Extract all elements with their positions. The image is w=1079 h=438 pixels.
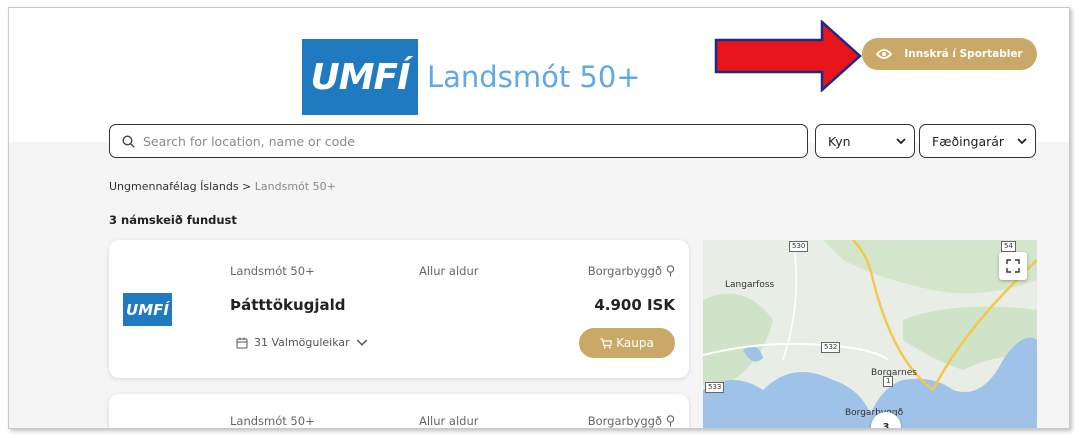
breadcrumb-root[interactable]: Ungmennafélag Íslands xyxy=(109,180,239,193)
sessions-label: 31 Valmöguleikar xyxy=(254,336,350,349)
fullscreen-button[interactable] xyxy=(999,252,1027,280)
road-tag: 530 xyxy=(789,241,809,252)
course-card[interactable]: Landsmót 50+ Allur aldur Borgarbyggð xyxy=(109,394,689,428)
birth-year-select-value: Fæðingarár xyxy=(932,133,1005,149)
road-tag: 54 xyxy=(1001,241,1016,252)
gender-select[interactable]: Kyn xyxy=(815,124,915,158)
course-price: 4.900 ISK xyxy=(594,296,675,314)
login-button[interactable]: Innskrá í Sportabler xyxy=(862,38,1037,70)
map-label-borgarnes: Borgarnes xyxy=(871,368,917,378)
location-pin-icon xyxy=(666,265,675,277)
map-label-langarfoss: Langarfoss xyxy=(725,280,775,290)
buy-label: Kaupa xyxy=(616,336,654,350)
breadcrumb-current: Landsmót 50+ xyxy=(254,180,336,193)
course-event: Landsmót 50+ xyxy=(230,414,315,428)
birth-year-select[interactable]: Fæðingarár xyxy=(919,124,1036,158)
logo-text: UMFÍ xyxy=(310,56,410,98)
road-tag: 1 xyxy=(883,376,894,387)
course-age: Allur aldur xyxy=(419,414,479,428)
buy-button[interactable]: Kaupa xyxy=(579,328,675,358)
course-event: Landsmót 50+ xyxy=(230,264,315,278)
map-terrain xyxy=(703,240,1037,428)
course-location: Borgarbyggð xyxy=(588,264,675,278)
search-box[interactable] xyxy=(109,124,808,158)
course-logo-text: UMFÍ xyxy=(126,300,169,319)
road-tag: 533 xyxy=(705,382,725,393)
results-count: 3 námskeið fundust xyxy=(109,213,237,227)
breadcrumb-separator: > xyxy=(242,180,252,193)
browser-frame: UMFÍ Landsmót 50+ Innskrá í Sportabler K… xyxy=(8,7,1070,429)
chevron-down-icon xyxy=(1017,137,1027,144)
course-card[interactable]: UMFÍ Landsmót 50+ Allur aldur Borgarbygg… xyxy=(109,240,689,378)
course-location: Borgarbyggð xyxy=(588,414,675,428)
map[interactable]: Langarfoss Borgarnes Borgarbyggð 530 532… xyxy=(703,240,1037,428)
fullscreen-icon xyxy=(1006,259,1020,273)
breadcrumb: Ungmennafélag Íslands > Landsmót 50+ xyxy=(109,180,336,193)
chevron-down-icon xyxy=(356,338,367,346)
gender-select-value: Kyn xyxy=(828,133,851,149)
umfi-logo[interactable]: UMFÍ xyxy=(302,39,418,115)
course-age: Allur aldur xyxy=(419,264,479,278)
road-tag: 532 xyxy=(821,342,841,353)
login-label: Innskrá í Sportabler xyxy=(904,48,1023,60)
course-name: Þátttökugjald xyxy=(230,296,346,314)
chevron-down-icon xyxy=(896,137,906,144)
course-logo: UMFÍ xyxy=(123,293,172,326)
calendar-icon xyxy=(236,337,248,348)
search-icon xyxy=(122,134,135,148)
course-location-text: Borgarbyggð xyxy=(587,414,662,428)
location-pin-icon xyxy=(666,415,675,427)
eye-icon xyxy=(876,49,893,59)
search-input[interactable] xyxy=(143,133,783,149)
red-arrow-annotation xyxy=(714,20,862,92)
sessions-dropdown[interactable]: 31 Valmöguleikar xyxy=(236,336,368,349)
site-title: Landsmót 50+ xyxy=(427,60,641,94)
cart-icon xyxy=(600,337,613,348)
course-location-text: Borgarbyggð xyxy=(587,264,662,278)
